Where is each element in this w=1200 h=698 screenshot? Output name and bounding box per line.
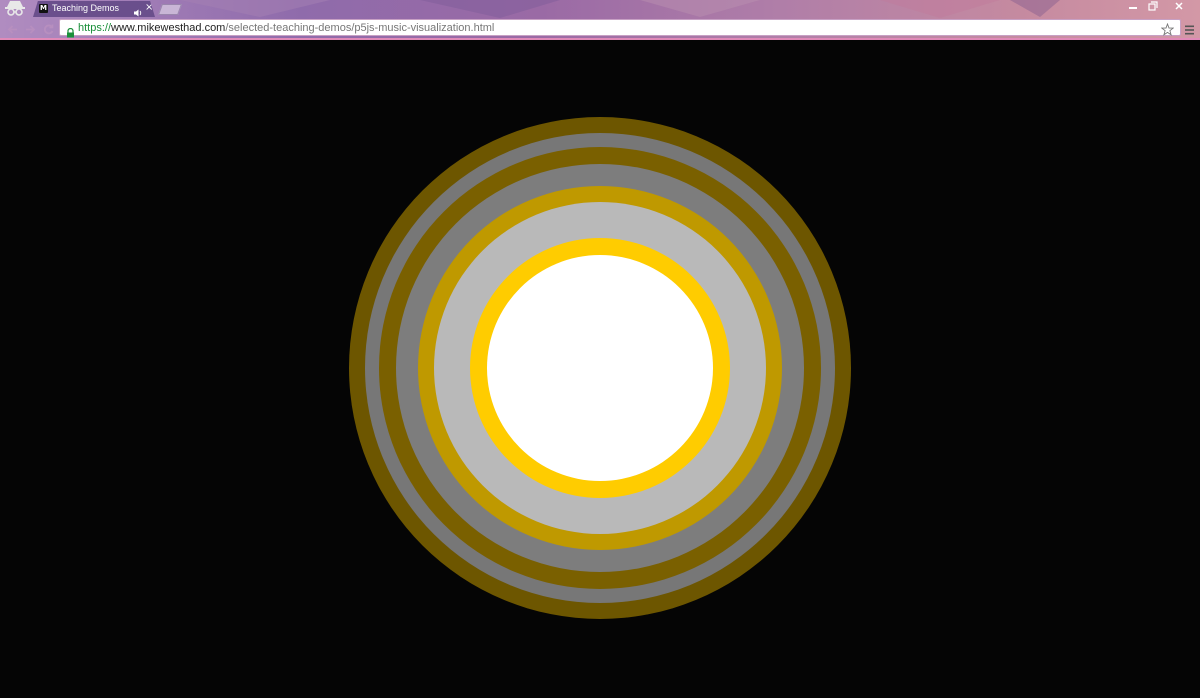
lock-icon[interactable] <box>66 23 75 38</box>
bookmark-star-icon[interactable] <box>1160 21 1175 36</box>
tab-title: Teaching Demos <box>52 3 120 13</box>
tab-teaching-demos[interactable]: M Teaching Demos × <box>33 1 155 17</box>
url-path: /selected-teaching-demos/p5js-music-visu… <box>225 22 495 34</box>
browser-chrome: M Teaching Demos × https://www.mikewesth… <box>0 0 1200 40</box>
forward-icon[interactable] <box>24 21 37 34</box>
back-icon[interactable] <box>6 21 19 34</box>
address-bar[interactable]: https://www.mikewesthad.com/selected-tea… <box>59 19 1181 38</box>
audio-playing-icon[interactable] <box>133 3 143 17</box>
window-controls <box>1124 0 1194 12</box>
menu-icon[interactable] <box>1184 21 1195 35</box>
new-tab-button[interactable] <box>157 4 183 15</box>
close-tab-icon[interactable]: × <box>145 2 153 14</box>
site-favicon: M <box>39 4 48 13</box>
incognito-icon <box>3 0 27 17</box>
url-text[interactable]: https://www.mikewesthad.com/selected-tea… <box>78 21 494 35</box>
reload-icon[interactable] <box>42 21 55 35</box>
visualizer-center-disc <box>487 255 713 481</box>
url-scheme: https:// <box>78 22 112 34</box>
visualizer-canvas[interactable] <box>0 40 1200 698</box>
close-window-icon[interactable] <box>1164 0 1194 11</box>
url-host: www.mikewesthad.com <box>111 22 226 34</box>
restore-icon[interactable] <box>1144 0 1162 11</box>
minimize-icon[interactable] <box>1124 0 1142 11</box>
